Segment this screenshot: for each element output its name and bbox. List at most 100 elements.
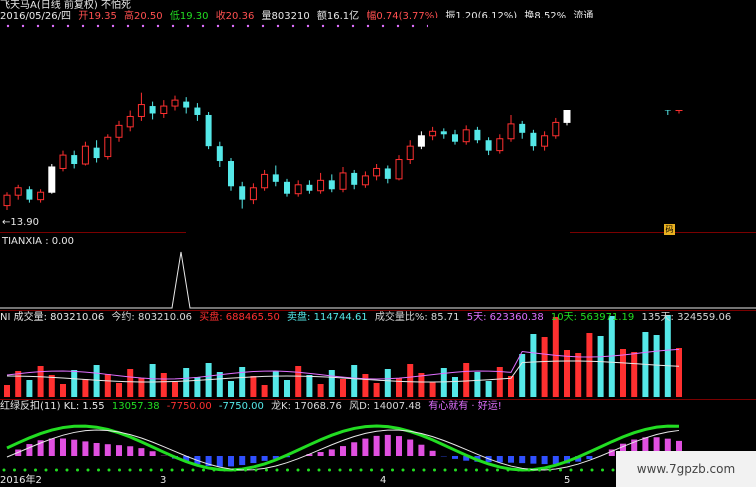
indicator-bar <box>104 444 111 456</box>
low-price-marker: ←13.90 <box>2 217 40 228</box>
volume-bar <box>295 366 302 397</box>
indicator-dot <box>275 468 279 472</box>
indicator-bar <box>429 450 436 456</box>
volume-bar <box>82 379 89 397</box>
indicator-bar <box>552 456 559 465</box>
marker-dot <box>141 24 145 28</box>
indicator-bar <box>418 444 425 456</box>
indicator-label-row: 红绿反扣(11) KL: 1.55 13057.38 -7750.00 -775… <box>0 401 506 413</box>
indicator-label: 红绿反扣(11) KL: 1.55 <box>0 401 105 412</box>
indicator-dot <box>485 468 489 472</box>
mask-middle <box>186 218 570 268</box>
indicator-bar <box>138 448 145 456</box>
indicator-dot <box>244 468 247 472</box>
volume-label-row: NI 成交量: 803210.06 今约: 803210.06 买盘: 6884… <box>0 312 735 324</box>
volume-bar <box>586 333 593 397</box>
indicator-dot <box>601 468 604 472</box>
volume-bar <box>676 348 682 397</box>
indicator-dot <box>517 468 520 472</box>
candle-body <box>328 180 335 190</box>
volume-bar <box>653 335 660 397</box>
marker-dot <box>351 24 355 28</box>
volume-bar <box>284 380 290 397</box>
indicator-bar <box>586 456 593 460</box>
candle-body <box>14 187 22 196</box>
volume-bar <box>508 376 514 397</box>
indicator-dot <box>412 468 415 472</box>
candle-body <box>261 173 269 189</box>
watermark: www.7gpzb.com <box>616 451 756 487</box>
indicator-bar <box>261 456 268 461</box>
indicator-bar <box>317 452 324 456</box>
volume-bar <box>138 378 145 397</box>
ind-item-4: 风D: 14007.48 <box>349 401 422 412</box>
indicator-dot <box>317 468 321 472</box>
ind-item-2: -7750.00 <box>218 401 264 412</box>
candle-body <box>239 186 246 200</box>
candle-body <box>462 129 470 143</box>
marker-dot <box>381 24 385 28</box>
indicator-dot <box>359 468 363 472</box>
marker-dot <box>6 24 10 28</box>
indicator-dot <box>118 468 121 472</box>
marker-dot <box>336 24 340 28</box>
marker-dot <box>81 24 85 28</box>
indicator-dot <box>149 468 153 472</box>
volume-label: NI 成交量: 803210.06 <box>0 312 105 323</box>
volume-bar <box>631 352 638 397</box>
volume-bar <box>149 364 156 397</box>
marker-dot <box>36 24 40 28</box>
indicator-dot <box>559 468 562 472</box>
candle-body <box>485 140 492 151</box>
volume-bar <box>440 368 447 397</box>
indicator-dot <box>2 468 6 472</box>
xaxis-label-3: 5 <box>564 475 571 486</box>
candle-body <box>149 106 156 114</box>
candle-body <box>507 123 515 140</box>
vol-item-2: 卖盘: 114744.61 <box>287 312 368 323</box>
indicator-bar <box>127 446 134 456</box>
candle-body <box>294 184 302 195</box>
marker-dot <box>171 24 175 28</box>
candle-body <box>496 138 504 152</box>
indicator-dot <box>590 468 594 472</box>
marker-dot <box>261 24 265 28</box>
candle-body <box>272 174 279 182</box>
ind-item-3: 龙K: 17068.76 <box>271 401 342 412</box>
candle-body <box>137 104 145 117</box>
indicator-bar <box>384 434 391 456</box>
volume-bar <box>306 375 313 397</box>
ind-item-0: 13057.38 <box>111 401 160 412</box>
volume-bar <box>127 369 134 397</box>
indicator-dot <box>55 468 58 472</box>
volume-bar <box>26 380 33 397</box>
marker-dot <box>411 24 415 28</box>
marker-dot <box>66 24 70 28</box>
volume-bar <box>373 383 380 397</box>
indicator-bar <box>519 456 526 464</box>
indicator-dot <box>401 468 405 472</box>
candle-body <box>126 115 134 128</box>
candle-body <box>519 123 526 133</box>
indicator-dot <box>338 468 342 472</box>
indicator-dot <box>569 468 573 472</box>
candle-body <box>59 154 67 169</box>
marker-dot <box>216 24 220 28</box>
candle-body <box>474 129 481 141</box>
candle-body <box>395 159 403 180</box>
indicator-dot <box>538 468 541 472</box>
volume-bar <box>172 382 178 397</box>
vol-item-5: 10天: 563971.19 <box>550 312 635 323</box>
indicator-dot <box>254 468 258 472</box>
mask-top-right <box>428 18 756 110</box>
vol-item-3: 成交量比%: 85.71 <box>374 312 460 323</box>
indicator-bar <box>93 442 100 456</box>
indicator-dot <box>23 468 27 472</box>
indicator-bar <box>26 444 33 456</box>
indicator-dot <box>13 468 16 472</box>
vol-item-4: 5天: 623360.38 <box>466 312 544 323</box>
indicator-bar <box>239 456 246 466</box>
candle-body <box>93 147 100 159</box>
volume-bar <box>362 374 369 397</box>
candle-body <box>216 146 223 162</box>
